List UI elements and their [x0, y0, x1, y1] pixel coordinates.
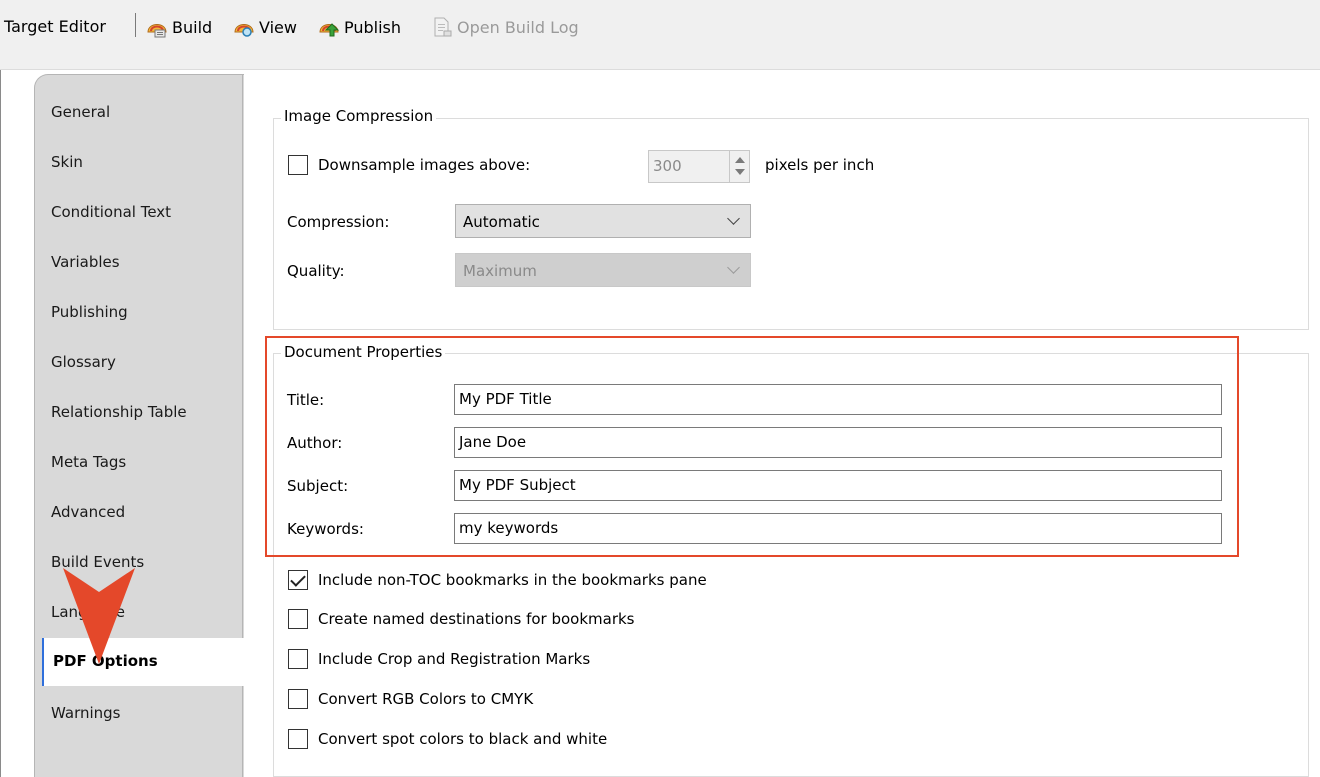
tab-variables[interactable]: Variables — [51, 253, 120, 271]
dpi-spinner[interactable]: 300 — [648, 150, 750, 183]
build-button[interactable]: Build — [146, 13, 212, 41]
quality-value: Maximum — [463, 262, 537, 280]
tab-skin[interactable]: Skin — [51, 153, 83, 171]
crop-marks-label: Include Crop and Registration Marks — [318, 650, 591, 668]
spin-down-icon[interactable] — [735, 169, 745, 175]
tab-meta-tags[interactable]: Meta Tags — [51, 453, 126, 471]
downsample-checkbox[interactable] — [288, 155, 308, 175]
dpi-value: 300 — [653, 157, 682, 175]
quality-label: Quality: — [287, 262, 345, 280]
named-destinations-label: Create named destinations for bookmarks — [318, 610, 635, 628]
downsample-label: Downsample images above: — [318, 156, 531, 174]
open-build-log-label: Open Build Log — [457, 17, 579, 37]
compression-select[interactable]: Automatic — [455, 204, 751, 238]
publish-icon — [318, 16, 340, 38]
dpi-unit-label: pixels per inch — [765, 156, 875, 174]
view-label: View — [259, 17, 297, 37]
editor-title: Target Editor — [4, 17, 106, 36]
rgb-to-cmyk-checkbox[interactable] — [288, 689, 308, 709]
pointer-arrow-icon — [63, 568, 135, 664]
chevron-down-icon — [727, 212, 740, 225]
build-label: Build — [172, 17, 213, 37]
tab-publishing[interactable]: Publishing — [51, 303, 128, 321]
crop-marks-checkbox[interactable] — [288, 649, 308, 669]
spot-colors-label: Convert spot colors to black and white — [318, 730, 608, 748]
tab-advanced[interactable]: Advanced — [51, 503, 125, 521]
toolbar-separator — [135, 13, 136, 37]
highlight-box — [265, 336, 1239, 557]
tab-warnings[interactable]: Warnings — [51, 704, 121, 722]
compression-value: Automatic — [463, 213, 540, 231]
log-document-icon — [431, 16, 453, 38]
tab-conditional-text[interactable]: Conditional Text — [51, 203, 171, 221]
publish-button[interactable]: Publish — [318, 13, 401, 41]
spot-colors-checkbox[interactable] — [288, 729, 308, 749]
image-compression-title: Image Compression — [281, 107, 437, 125]
image-compression-group — [273, 118, 1309, 330]
open-build-log-button[interactable]: Open Build Log — [431, 13, 579, 41]
view-icon — [233, 16, 255, 38]
spin-up-icon[interactable] — [735, 157, 745, 163]
named-destinations-checkbox[interactable] — [288, 609, 308, 629]
tab-general[interactable]: General — [51, 103, 110, 121]
tab-relationship-table[interactable]: Relationship Table — [51, 403, 187, 421]
spin-arrows[interactable] — [729, 151, 749, 182]
non-toc-bookmarks-checkbox[interactable] — [288, 570, 308, 590]
tab-glossary[interactable]: Glossary — [51, 353, 116, 371]
compression-label: Compression: — [287, 213, 390, 231]
toolbar: Target Editor Build View Publish Open Bu… — [0, 0, 1320, 70]
build-icon — [146, 16, 168, 38]
chevron-down-icon — [727, 261, 740, 274]
publish-label: Publish — [344, 17, 402, 37]
non-toc-bookmarks-label: Include non-TOC bookmarks in the bookmar… — [318, 571, 707, 589]
quality-select[interactable]: Maximum — [455, 253, 751, 287]
rgb-to-cmyk-label: Convert RGB Colors to CMYK — [318, 690, 534, 708]
view-button[interactable]: View — [233, 13, 297, 41]
